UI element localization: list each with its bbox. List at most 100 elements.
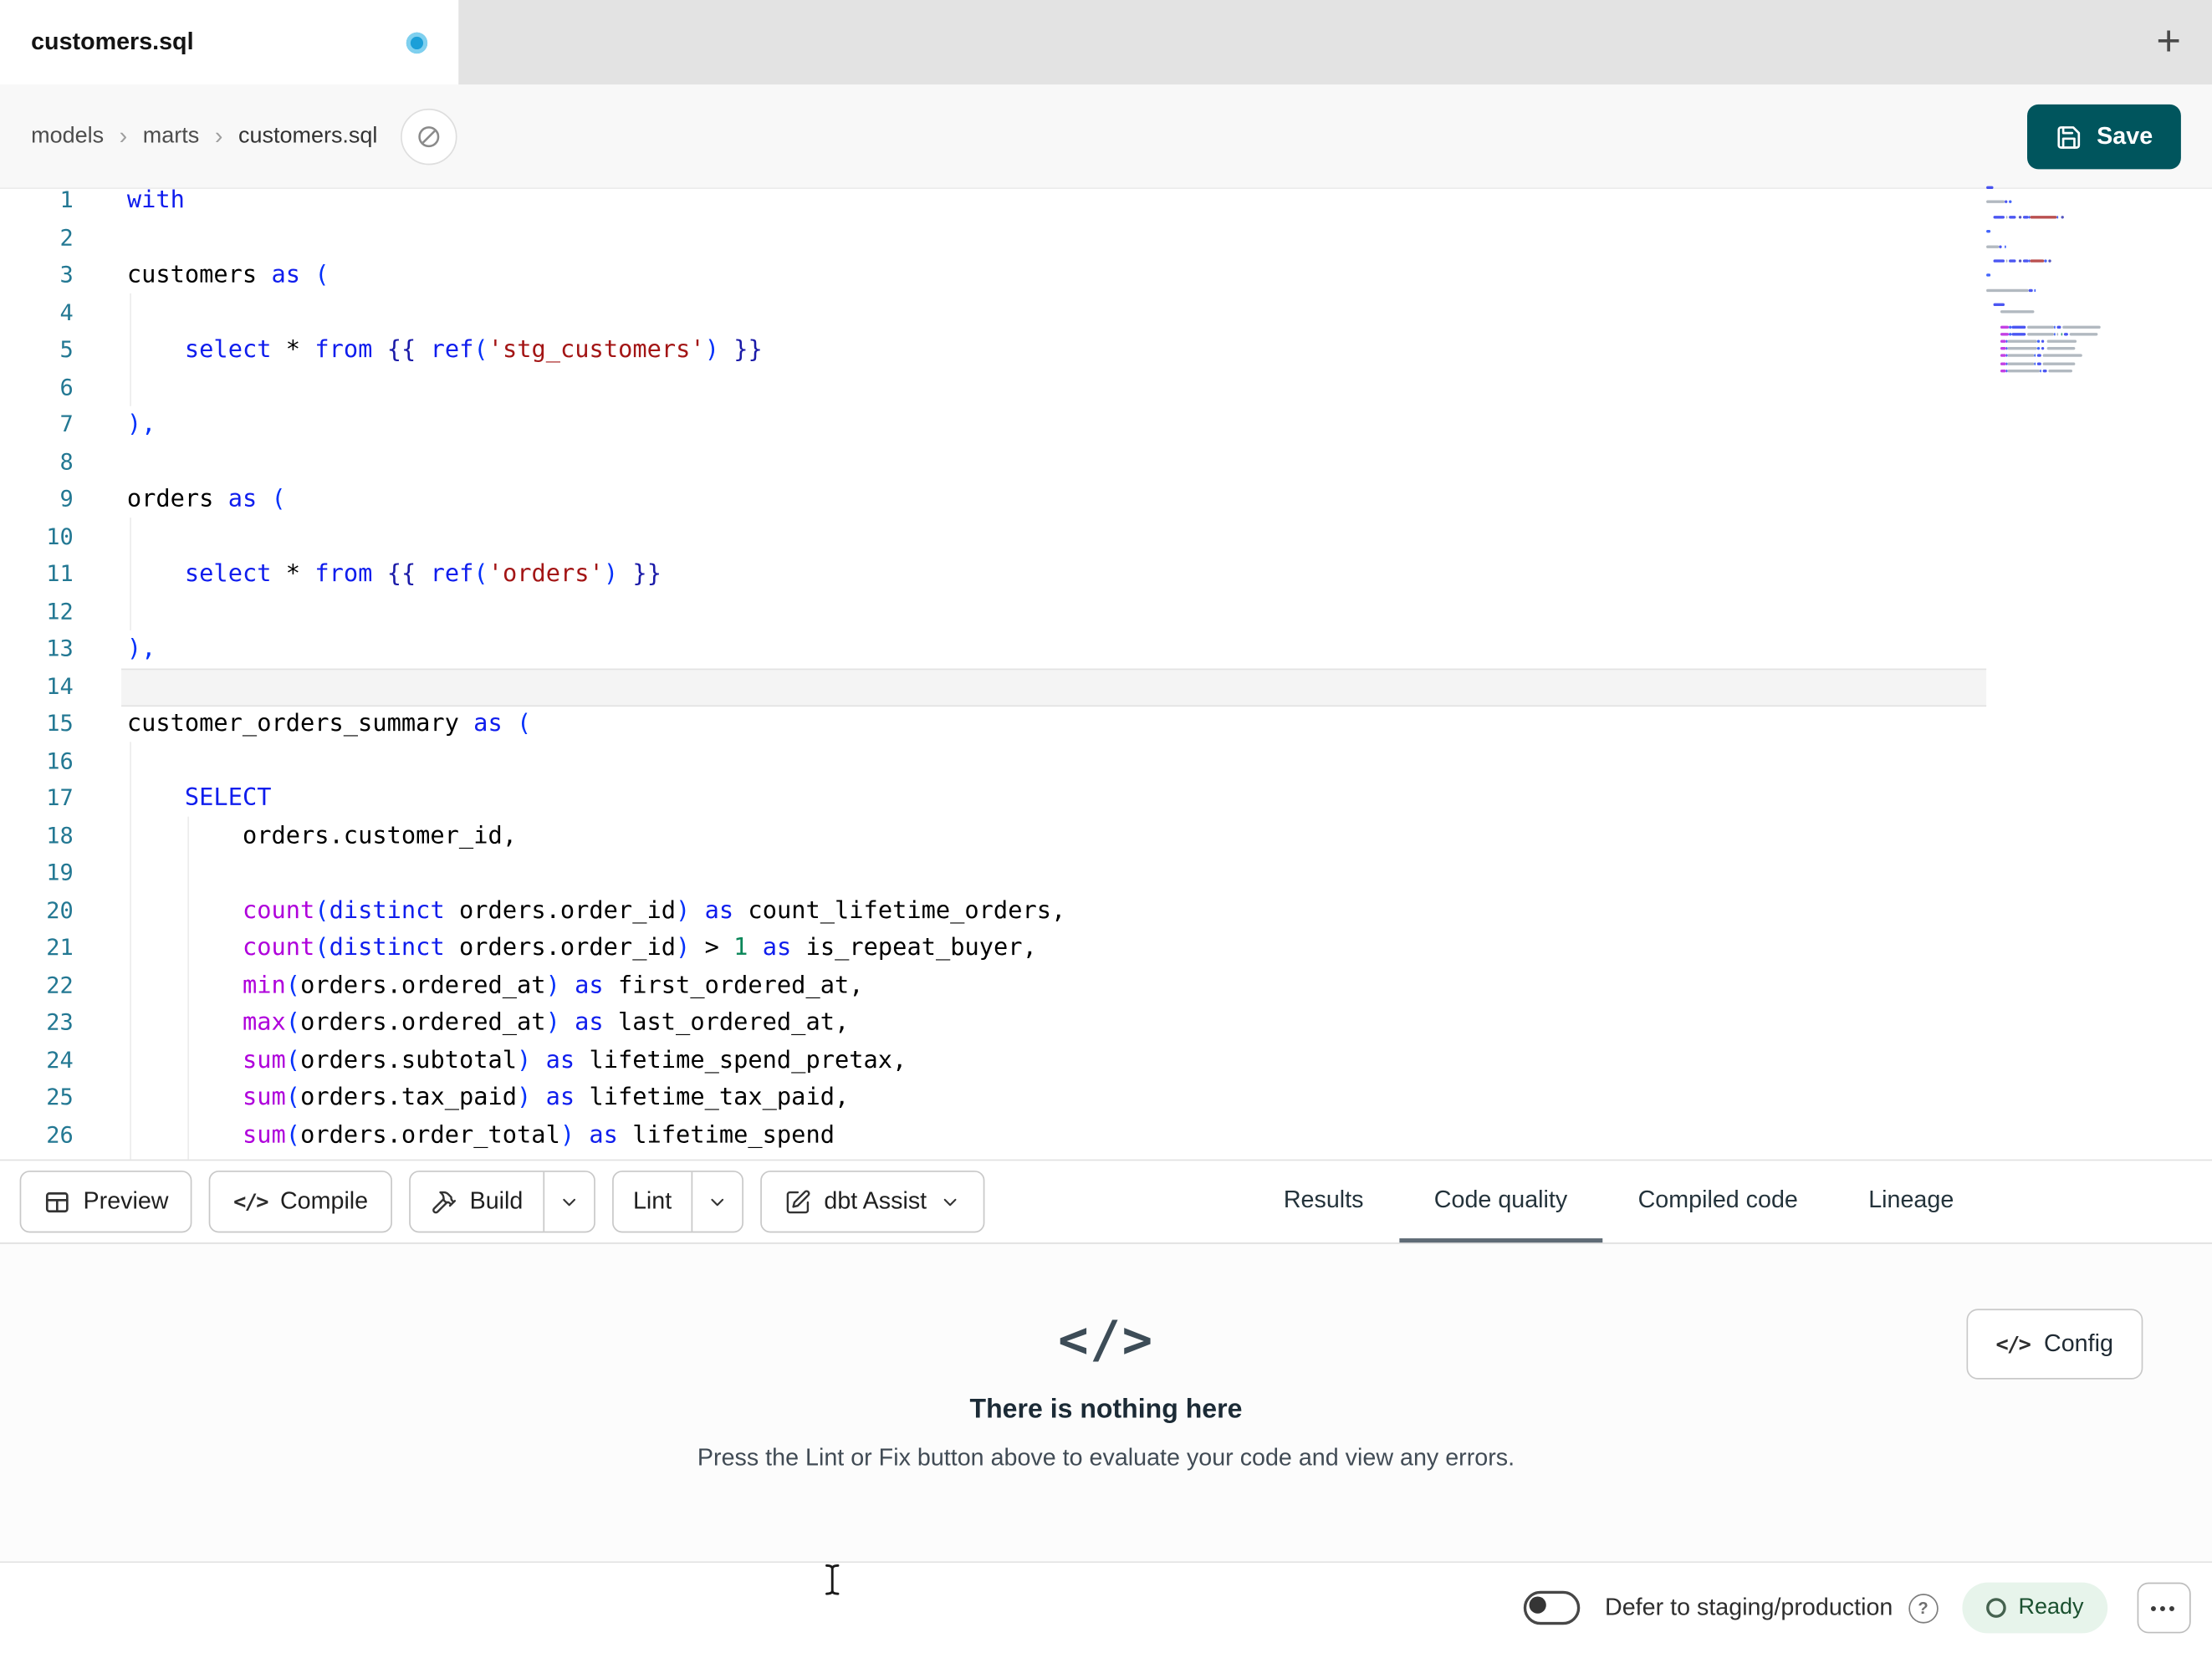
line-number: 11	[46, 559, 74, 587]
code-line-11[interactable]: 11 select * from {{ ref('orders') }}	[0, 556, 2212, 594]
code-text: orders.customer_id,	[242, 821, 517, 850]
code-line-22[interactable]: 22 min(orders.ordered_at) as first_order…	[0, 967, 2212, 1004]
line-number: 2	[59, 223, 74, 251]
code-text: sum(orders.tax_paid) as lifetime_tax_pai…	[242, 1083, 850, 1112]
code-tag-icon: </>	[233, 1189, 268, 1215]
code-line-9[interactable]: 9 orders as (	[0, 481, 2212, 518]
chevron-right-icon: ›	[119, 121, 128, 149]
code-line-19[interactable]: 19	[0, 855, 2212, 892]
results-panel: </> There is nothing here Press the Lint…	[0, 1243, 2212, 1562]
breadcrumb-customers-sql[interactable]: customers.sql	[238, 124, 377, 149]
tab-title: customers.sql	[31, 28, 194, 55]
help-icon[interactable]: ?	[1908, 1593, 1939, 1623]
code-line-2[interactable]: 2	[0, 219, 2212, 257]
code-line-26[interactable]: 26 sum(orders.order_total) as lifetime_s…	[0, 1116, 2212, 1154]
dbt-ide-app: customers.sql + models › marts › custome…	[0, 0, 2212, 1653]
tab-results[interactable]: Results	[1249, 1161, 1399, 1242]
line-number: 6	[59, 373, 74, 400]
line-number: 13	[46, 635, 74, 662]
code-text: orders as (	[126, 485, 286, 514]
line-number: 9	[59, 485, 74, 513]
code-lines: 1 with 2 3 customers as (4 5 select * from {{…	[0, 182, 2212, 1154]
code-line-13[interactable]: 13),	[0, 630, 2212, 668]
code-line-7[interactable]: 7),	[0, 406, 2212, 444]
lint-button-group: Lint	[611, 1171, 744, 1233]
line-number: 16	[46, 747, 74, 774]
line-number: 21	[46, 933, 74, 961]
breadcrumb-marts[interactable]: marts	[143, 124, 199, 149]
lint-button[interactable]: Lint	[613, 1172, 691, 1232]
status-ring-icon	[1985, 1598, 2006, 1618]
chevron-right-icon: ›	[214, 121, 223, 149]
empty-state-title: There is nothing here	[969, 1395, 1243, 1425]
save-button[interactable]: Save	[2027, 104, 2181, 170]
line-number: 15	[46, 709, 74, 737]
code-line-15[interactable]: 15 customer_orders_summary as (	[0, 705, 2212, 742]
line-number: 26	[46, 1120, 74, 1148]
lint-label: Lint	[632, 1187, 672, 1215]
code-line-12[interactable]: 12	[0, 593, 2212, 630]
code-line-17[interactable]: 17 SELECT	[0, 780, 2212, 818]
lint-dropdown-button[interactable]	[693, 1172, 743, 1232]
save-icon	[2057, 125, 2081, 148]
code-text: count(distinct orders.order_id) > 1 as i…	[242, 933, 1037, 962]
build-button-group: Build	[409, 1171, 595, 1233]
code-line-14[interactable]: 14	[0, 667, 2212, 707]
code-tag-icon: </>	[1058, 1311, 1154, 1370]
tab-compiled-code[interactable]: Compiled code	[1602, 1161, 1833, 1242]
tab-code-quality[interactable]: Code quality	[1398, 1161, 1603, 1243]
code-line-4[interactable]: 4	[0, 294, 2212, 332]
panel-tab-bar: Results Code quality Compiled code Linea…	[1249, 1161, 1990, 1243]
code-text: customer_orders_summary as (	[126, 709, 532, 738]
line-number: 3	[59, 261, 74, 288]
line-number: 8	[59, 447, 74, 475]
code-line-18[interactable]: 18 orders.customer_id,	[0, 818, 2212, 855]
line-number: 18	[46, 821, 74, 849]
preview-button[interactable]: Preview	[19, 1171, 193, 1233]
build-button[interactable]: Build	[411, 1172, 543, 1232]
tab-lineage[interactable]: Lineage	[1833, 1161, 1989, 1242]
code-text: ),	[126, 410, 156, 439]
hammer-icon	[432, 1190, 456, 1213]
code-text: sum(orders.order_total) as lifetime_spen…	[242, 1120, 835, 1149]
code-line-1[interactable]: 1 with	[0, 182, 2212, 220]
new-tab-button[interactable]: +	[2156, 20, 2181, 64]
code-text: select * from {{ ref('stg_customers') }}	[184, 335, 763, 365]
code-line-6[interactable]: 6	[0, 369, 2212, 406]
line-number: 22	[46, 971, 74, 998]
line-number: 14	[46, 671, 74, 699]
line-number: 24	[46, 1045, 74, 1073]
code-line-20[interactable]: 20 count(distinct orders.order_id) as co…	[0, 892, 2212, 930]
dbt-assist-button[interactable]: dbt Assist	[760, 1171, 985, 1233]
code-line-24[interactable]: 24 sum(orders.subtotal) as lifetime_spen…	[0, 1042, 2212, 1079]
overflow-menu-button[interactable]: •••	[2137, 1582, 2191, 1634]
code-line-21[interactable]: 21 count(distinct orders.order_id) > 1 a…	[0, 930, 2212, 967]
code-line-3[interactable]: 3 customers as (	[0, 257, 2212, 294]
editor-tab-bar: customers.sql +	[0, 0, 2212, 85]
dbt-assist-label: dbt Assist	[824, 1187, 927, 1215]
code-line-10[interactable]: 10	[0, 518, 2212, 556]
code-line-5[interactable]: 5 select * from {{ ref('stg_customers') …	[0, 331, 2212, 369]
code-text: ),	[126, 635, 156, 663]
compile-button[interactable]: </> Compile	[209, 1171, 392, 1233]
defer-toggle[interactable]	[1523, 1590, 1580, 1625]
file-status-icon-button[interactable]	[400, 108, 457, 165]
unsaved-indicator-dot	[406, 31, 428, 54]
preview-label: Preview	[83, 1187, 169, 1215]
tab-customers-sql[interactable]: customers.sql	[0, 0, 459, 85]
compile-label: Compile	[279, 1187, 369, 1215]
code-line-16[interactable]: 16	[0, 742, 2212, 780]
status-bar: Defer to staging/production ? Ready •••	[0, 1561, 2212, 1653]
config-button[interactable]: </> Config	[1966, 1309, 2143, 1380]
code-line-8[interactable]: 8	[0, 444, 2212, 482]
line-number: 17	[46, 783, 74, 811]
breadcrumb-models[interactable]: models	[31, 124, 104, 149]
code-line-25[interactable]: 25 sum(orders.tax_paid) as lifetime_tax_…	[0, 1079, 2212, 1116]
ready-status-badge[interactable]: Ready	[1962, 1582, 2108, 1634]
code-editor[interactable]: 1 with 2 3 customers as (4 5 select * from {{…	[0, 186, 2212, 1160]
build-dropdown-button[interactable]	[544, 1172, 594, 1232]
minimap[interactable]	[1986, 186, 2116, 377]
line-number: 20	[46, 895, 74, 924]
code-line-23[interactable]: 23 max(orders.ordered_at) as last_ordere…	[0, 1004, 2212, 1042]
line-number: 10	[46, 522, 74, 550]
